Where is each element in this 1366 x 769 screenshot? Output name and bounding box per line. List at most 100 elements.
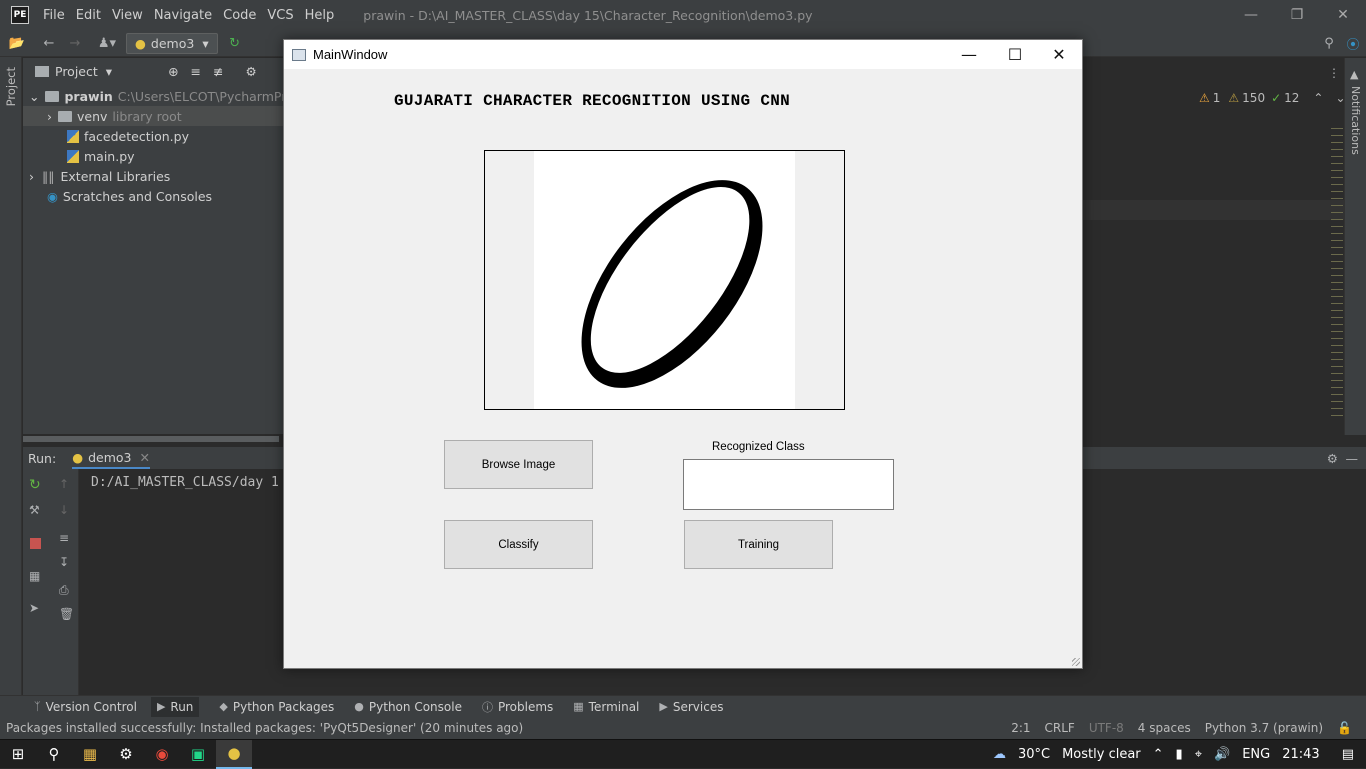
pin-icon[interactable]: ➤: [29, 601, 39, 615]
search-icon[interactable]: ⚲: [36, 740, 72, 769]
clock[interactable]: 21:43: [1282, 747, 1319, 762]
interpreter[interactable]: Python 3.7 (prawin): [1205, 721, 1323, 735]
file-encoding[interactable]: UTF-8: [1089, 721, 1124, 735]
lock-icon[interactable]: 🔓: [1337, 721, 1352, 735]
settings-icon[interactable]: ⚙: [108, 740, 144, 769]
tree-item-scratches[interactable]: ◉ Scratches and Consoles: [47, 186, 212, 206]
weather-text[interactable]: Mostly clear: [1062, 747, 1141, 762]
trash-icon[interactable]: 🗑: [59, 607, 74, 621]
branch-icon: ᛉ: [34, 700, 41, 713]
restore-icon[interactable]: ❐: [1274, 0, 1320, 30]
locate-icon[interactable]: ⊕: [168, 64, 178, 79]
tab-python-packages[interactable]: ◆ Python Packages: [219, 700, 334, 714]
collapse-all-icon[interactable]: ≢: [213, 64, 223, 79]
tab-terminal[interactable]: ▦ Terminal: [573, 700, 639, 714]
close-tab-icon[interactable]: ✕: [140, 450, 150, 465]
temperature[interactable]: 30°C: [1018, 747, 1050, 762]
menu-help[interactable]: Help: [305, 8, 335, 23]
classify-button[interactable]: Classify: [444, 520, 593, 569]
minimize-icon[interactable]: —: [946, 40, 992, 69]
gear-icon[interactable]: ⚙: [246, 64, 257, 79]
down-arrow-icon[interactable]: ↓: [59, 503, 69, 517]
stop-icon[interactable]: [30, 538, 41, 549]
windows-start-icon[interactable]: ⊞: [0, 740, 36, 769]
chevron-up-icon[interactable]: ⌃: [1153, 747, 1164, 762]
file-explorer-icon[interactable]: ▦: [72, 740, 108, 769]
pycharm-taskbar-icon[interactable]: ▣: [180, 740, 216, 769]
tab-python-console[interactable]: ● Python Console: [354, 700, 462, 714]
soft-wrap-icon[interactable]: ≡: [59, 531, 69, 545]
volume-icon[interactable]: 🔊: [1214, 747, 1230, 762]
chrome-icon[interactable]: ◉: [144, 740, 180, 769]
tree-item-prawin[interactable]: ⌄ prawin C:\Users\ELCOT\PycharmProject: [29, 86, 317, 106]
close-icon[interactable]: ✕: [1320, 0, 1366, 30]
line-separator[interactable]: CRLF: [1045, 721, 1075, 735]
folder-icon: [45, 90, 60, 102]
qt-title-bar: MainWindow — ☐ ✕: [284, 40, 1082, 69]
menu-edit[interactable]: Edit: [76, 8, 101, 23]
print-icon[interactable]: ⎙: [59, 583, 69, 598]
tree-item-main[interactable]: main.py: [67, 146, 135, 166]
gear-icon[interactable]: ⚙: [1327, 451, 1338, 466]
rerun-icon[interactable]: ↻: [226, 34, 244, 52]
indent-setting[interactable]: 4 spaces: [1138, 721, 1191, 735]
resize-grip[interactable]: [1072, 658, 1080, 666]
maximize-icon[interactable]: ☐: [992, 40, 1038, 69]
window-title: prawin - D:\AI_MASTER_CLASS\day 15\Chara…: [363, 7, 813, 23]
menu-navigate[interactable]: Navigate: [154, 8, 212, 23]
wrench-icon[interactable]: ⚒: [29, 503, 40, 517]
user-icon[interactable]: ♟▾: [98, 34, 116, 52]
caret-position[interactable]: 2:1: [1011, 721, 1030, 735]
window-icon: [292, 48, 306, 61]
menu-file[interactable]: File: [43, 8, 65, 23]
notification-center-icon[interactable]: ▤: [1342, 747, 1354, 762]
bell-icon[interactable]: ▲: [1350, 68, 1358, 81]
tab-version-control[interactable]: ᛉ Version Control: [34, 700, 137, 714]
battery-icon[interactable]: ▮: [1176, 747, 1183, 762]
close-icon[interactable]: ✕: [1036, 40, 1082, 69]
notifications-tab[interactable]: Notifications: [1349, 86, 1362, 155]
menu-vcs[interactable]: VCS: [267, 8, 293, 23]
horizontal-scrollbar[interactable]: [23, 436, 279, 442]
hide-panel-icon[interactable]: —: [1346, 451, 1359, 466]
recognized-class-output[interactable]: [683, 459, 894, 510]
back-arrow-icon[interactable]: ←: [40, 34, 58, 52]
chevron-up-icon[interactable]: ⌃: [1313, 91, 1323, 105]
menu-code[interactable]: Code: [223, 8, 256, 23]
right-tool-strip: ▲ Notifications: [1344, 58, 1366, 435]
tree-item-external-libraries[interactable]: › ‖‖ External Libraries: [29, 166, 170, 186]
project-tool-tab[interactable]: Project: [4, 67, 18, 106]
tab-problems[interactable]: ⓘ Problems: [482, 699, 553, 715]
tab-run[interactable]: ▶ Run: [150, 696, 200, 717]
search-icon[interactable]: ⚲: [1320, 34, 1338, 52]
training-button[interactable]: Training: [684, 520, 833, 569]
chevron-down-icon[interactable]: ▾: [106, 64, 112, 79]
wifi-icon[interactable]: ⌖: [1195, 747, 1202, 762]
run-tab-demo3[interactable]: ● demo3 ✕: [72, 447, 150, 469]
run-label: Run:: [28, 450, 57, 466]
handwritten-character: [581, 180, 763, 388]
python-app-taskbar-icon[interactable]: ●: [216, 739, 252, 769]
update-icon[interactable]: ⦿: [1344, 34, 1362, 53]
scroll-to-end-icon[interactable]: ↧: [59, 555, 69, 569]
browse-image-button[interactable]: Browse Image: [444, 440, 593, 489]
menu-view[interactable]: View: [112, 8, 143, 23]
layout-icon[interactable]: ▦: [29, 569, 40, 583]
expand-all-icon[interactable]: ≡: [191, 64, 201, 79]
inspection-widget[interactable]: ⚠ 1 ⚠ 150 ✓ 12 ⌃ ⌄: [1199, 91, 1346, 105]
weak-warning-icon: ⚠: [1228, 91, 1240, 105]
up-arrow-icon[interactable]: ↑: [59, 477, 69, 491]
minimize-icon[interactable]: —: [1228, 0, 1274, 30]
tree-item-facedetection[interactable]: facedetection.py: [67, 126, 189, 146]
more-options-icon[interactable]: ⋮: [1328, 66, 1340, 80]
project-header-label[interactable]: Project: [55, 64, 98, 79]
status-message[interactable]: Packages installed successfully: Install…: [6, 721, 523, 735]
image-preview: [484, 150, 845, 410]
rerun-icon[interactable]: ↻: [29, 477, 41, 493]
open-folder-icon[interactable]: 📂: [8, 34, 26, 52]
tree-item-venv[interactable]: › venv library root: [23, 106, 285, 126]
language-indicator[interactable]: ENG: [1242, 747, 1270, 762]
forward-arrow-icon[interactable]: →: [66, 34, 84, 52]
tab-services[interactable]: ▶ Services: [659, 700, 723, 714]
run-config-select[interactable]: ● demo3 ▾: [126, 32, 218, 54]
